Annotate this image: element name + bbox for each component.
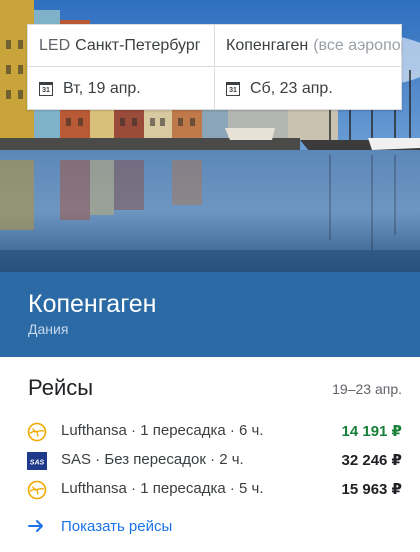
flight-option[interactable]: Lufthansa · 1 пересадка · 5 ч. 15 963 ₽ bbox=[0, 476, 420, 504]
destination-airports-hint: (все аэропорты) bbox=[313, 36, 402, 54]
show-flights-link[interactable]: Показать рейсы bbox=[27, 515, 172, 537]
destination-city-input: Копенгаген bbox=[226, 36, 309, 54]
return-date-field[interactable]: 31 Сб, 23 апр. bbox=[215, 68, 402, 110]
arrow-right-icon bbox=[28, 520, 43, 532]
show-flights-label: Показать рейсы bbox=[61, 517, 173, 535]
origin-field[interactable]: LED Санкт-Петербург bbox=[28, 25, 215, 67]
destination-title: Копенгаген bbox=[28, 290, 157, 318]
sas-logo-icon: SAS bbox=[27, 452, 47, 470]
destination-field[interactable]: Копенгаген (все аэропорты) bbox=[215, 25, 402, 67]
return-date: Сб, 23 апр. bbox=[250, 80, 333, 97]
flight-price: 14 191 ₽ bbox=[341, 423, 402, 440]
depart-date-field[interactable]: 31 Вт, 19 апр. bbox=[28, 68, 215, 110]
svg-text:SAS: SAS bbox=[30, 460, 45, 467]
flights-heading: Рейсы bbox=[28, 375, 94, 400]
calendar-icon: 31 bbox=[226, 82, 240, 96]
origin-city: Санкт-Петербург bbox=[75, 36, 201, 54]
flight-summary: Lufthansa · 1 пересадка · 5 ч. bbox=[61, 480, 264, 497]
origin-airport-code: LED bbox=[39, 36, 71, 54]
flight-option[interactable]: SAS SAS · Без пересадок · 2 ч. 32 246 ₽ bbox=[0, 447, 420, 475]
flight-price: 15 963 ₽ bbox=[341, 481, 402, 498]
flight-option[interactable]: Lufthansa · 1 пересадка · 6 ч. 14 191 ₽ bbox=[0, 418, 420, 446]
destination-country: Дания bbox=[28, 321, 69, 337]
lufthansa-crane-icon bbox=[27, 480, 47, 500]
lufthansa-crane-icon bbox=[27, 422, 47, 442]
depart-date: Вт, 19 апр. bbox=[63, 80, 141, 97]
calendar-icon: 31 bbox=[39, 82, 53, 96]
flight-summary: SAS · Без пересадок · 2 ч. bbox=[61, 451, 244, 468]
flight-price: 32 246 ₽ bbox=[341, 452, 402, 469]
flight-summary: Lufthansa · 1 пересадка · 6 ч. bbox=[61, 422, 264, 439]
flights-date-range: 19–23 апр. bbox=[332, 381, 402, 397]
flight-search-form: LED Санкт-Петербург Копенгаген (все аэро… bbox=[27, 24, 402, 110]
